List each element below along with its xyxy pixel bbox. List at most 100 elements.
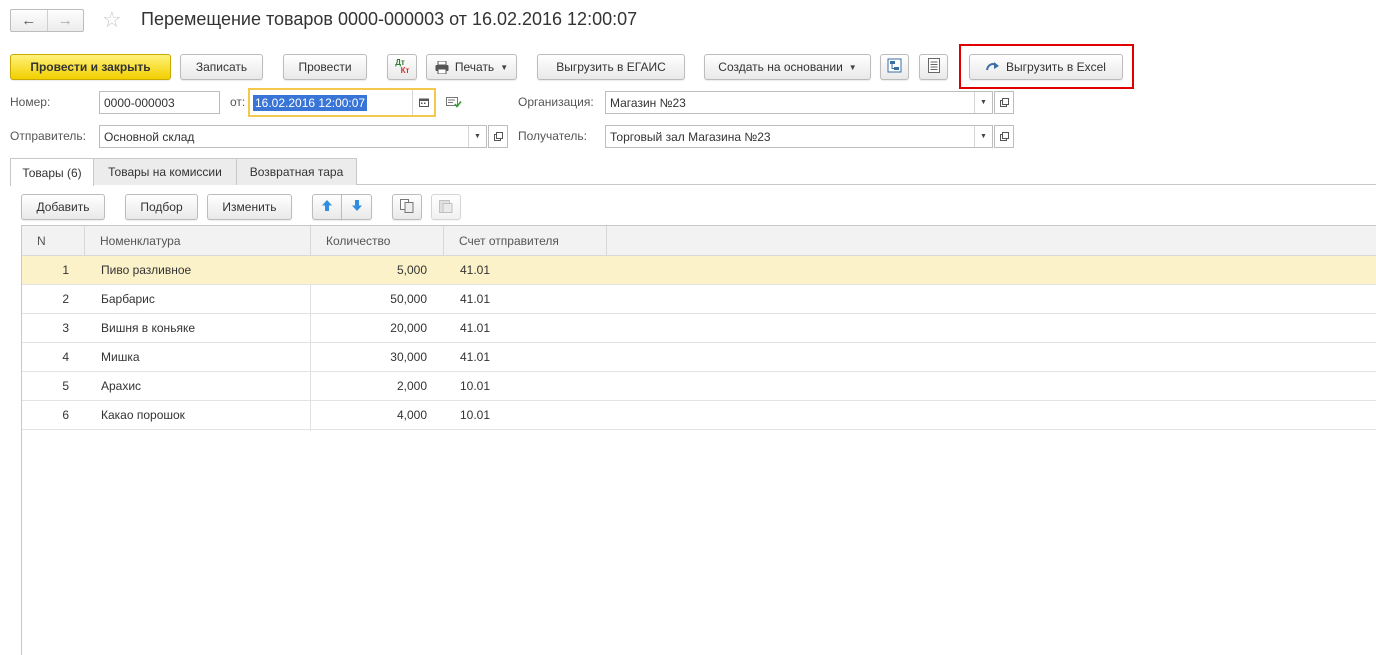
print-label: Печать: [454, 60, 495, 74]
cell-n: 6: [62, 408, 69, 422]
table-row[interactable]: 6 Какао порошок 4,000 10.01: [22, 401, 1376, 430]
column-header-n-label: N: [37, 234, 46, 248]
cell-quantity: 20,000: [390, 321, 427, 335]
export-egais-button[interactable]: Выгрузить в ЕГАИС: [537, 54, 685, 80]
highlight-frame: [959, 44, 1134, 89]
receiver-value: Торговый зал Магазина №23: [610, 129, 771, 144]
cell-account: 10.01: [460, 408, 491, 422]
column-header-quantity[interactable]: Количество: [311, 226, 444, 256]
nav-buttons: ← →: [10, 9, 84, 32]
pick-label: Подбор: [140, 200, 183, 214]
post-label: Провести: [298, 60, 352, 74]
chevron-down-icon[interactable]: ▼: [974, 126, 992, 147]
structure-button[interactable]: [880, 54, 909, 80]
cell-account: 10.01: [460, 379, 491, 393]
tab-goods-label: Товары (6): [22, 165, 82, 180]
cell-account: 41.01: [460, 292, 491, 306]
cell-name: Какао порошок: [101, 408, 185, 422]
create-based-on-label: Создать на основании: [718, 60, 843, 74]
table-row[interactable]: 5 Арахис 2,000 10.01: [22, 372, 1376, 401]
move-up-button[interactable]: [312, 194, 342, 220]
organization-value: Магазин №23: [610, 95, 686, 110]
table-row[interactable]: 2 Барбарис 50,000 41.01: [22, 285, 1376, 314]
status-check-icon[interactable]: [446, 97, 462, 111]
tab-returnable-containers-label: Возвратная тара: [249, 165, 344, 179]
organization-field[interactable]: Магазин №23 ▼: [605, 91, 993, 114]
copy-button[interactable]: [392, 194, 422, 220]
calendar-icon[interactable]: [412, 90, 434, 115]
chevron-down-icon: ▼: [500, 62, 509, 72]
date-field[interactable]: 16.02.2016 12:00:07: [248, 88, 436, 117]
hierarchy-icon: [887, 58, 902, 76]
change-label: Изменить: [222, 200, 277, 214]
pick-button[interactable]: Подбор: [125, 194, 198, 220]
dt-kt-button[interactable]: Дт Кт: [387, 54, 417, 80]
sender-field[interactable]: Основной склад ▼: [99, 125, 487, 148]
organization-label: Организация:: [518, 95, 594, 109]
cell-n: 4: [62, 350, 69, 364]
paste-icon: [439, 199, 453, 216]
column-header-n[interactable]: N: [22, 226, 85, 256]
change-button[interactable]: Изменить: [207, 194, 292, 220]
favorite-star-icon[interactable]: ☆: [102, 8, 122, 32]
cell-quantity: 2,000: [396, 379, 427, 393]
sender-open-button[interactable]: [488, 125, 508, 148]
table-row[interactable]: 3 Вишня в коньяке 20,000 41.01: [22, 314, 1376, 343]
column-header-account-label: Счет отправителя: [459, 234, 559, 248]
post-and-close-label: Провести и закрыть: [30, 60, 151, 74]
cell-n: 3: [62, 321, 69, 335]
cell-n: 2: [62, 292, 69, 306]
export-egais-label: Выгрузить в ЕГАИС: [556, 60, 666, 74]
paste-button[interactable]: [431, 194, 461, 220]
add-label: Добавить: [36, 200, 90, 214]
document-list-button[interactable]: [919, 54, 948, 80]
add-button[interactable]: Добавить: [21, 194, 105, 220]
cell-name: Арахис: [101, 379, 142, 393]
post-and-close-button[interactable]: Провести и закрыть: [10, 54, 171, 80]
sender-label: Отправитель:: [10, 129, 86, 143]
open-window-icon: [999, 96, 1009, 110]
save-label: Записать: [195, 60, 248, 74]
print-button[interactable]: Печать ▼: [426, 54, 517, 80]
cell-name: Мишка: [101, 350, 140, 364]
open-window-icon: [999, 130, 1009, 144]
table-row[interactable]: 1 Пиво разливное 5,000 41.01: [22, 256, 1376, 285]
column-header-name[interactable]: Номенклатура: [85, 226, 311, 256]
arrow-right-icon: →: [57, 12, 73, 29]
list-icon: [927, 58, 940, 76]
tab-returnable-containers[interactable]: Возвратная тара: [236, 158, 357, 185]
number-value: 0000-000003: [104, 95, 175, 110]
tab-commission-goods[interactable]: Товары на комиссии: [93, 158, 237, 185]
date-label: от:: [230, 95, 246, 109]
kt-label: Кт: [400, 66, 410, 75]
move-down-button[interactable]: [341, 194, 372, 220]
forward-button[interactable]: →: [46, 10, 84, 31]
receiver-open-button[interactable]: [994, 125, 1014, 148]
save-button[interactable]: Записать: [180, 54, 263, 80]
dt-kt-icon: Дт Кт: [395, 59, 410, 75]
receiver-field[interactable]: Торговый зал Магазина №23 ▼: [605, 125, 993, 148]
column-header-quantity-label: Количество: [326, 234, 391, 248]
cell-account: 41.01: [460, 321, 491, 335]
page-title: Перемещение товаров 0000-000003 от 16.02…: [141, 9, 638, 29]
cell-quantity: 30,000: [390, 350, 427, 364]
post-button[interactable]: Провести: [283, 54, 367, 80]
organization-open-button[interactable]: [994, 91, 1014, 114]
tab-goods[interactable]: Товары (6): [10, 158, 94, 186]
cell-name: Барбарис: [101, 292, 155, 306]
cell-quantity: 50,000: [390, 292, 427, 306]
column-header-name-label: Номенклатура: [100, 234, 181, 248]
cell-n: 5: [62, 379, 69, 393]
printer-icon: [435, 60, 449, 74]
cell-n: 1: [62, 263, 69, 277]
column-header-account[interactable]: Счет отправителя: [444, 226, 607, 256]
create-based-on-button[interactable]: Создать на основании ▼: [704, 54, 871, 80]
cell-name: Пиво разливное: [101, 263, 192, 277]
copy-icon: [400, 198, 414, 216]
number-field[interactable]: 0000-000003: [99, 91, 220, 114]
receiver-label: Получатель:: [518, 129, 587, 143]
back-button[interactable]: ←: [11, 10, 47, 31]
table-row[interactable]: 4 Мишка 30,000 41.01: [22, 343, 1376, 372]
chevron-down-icon[interactable]: ▼: [974, 92, 992, 113]
chevron-down-icon[interactable]: ▼: [468, 126, 486, 147]
